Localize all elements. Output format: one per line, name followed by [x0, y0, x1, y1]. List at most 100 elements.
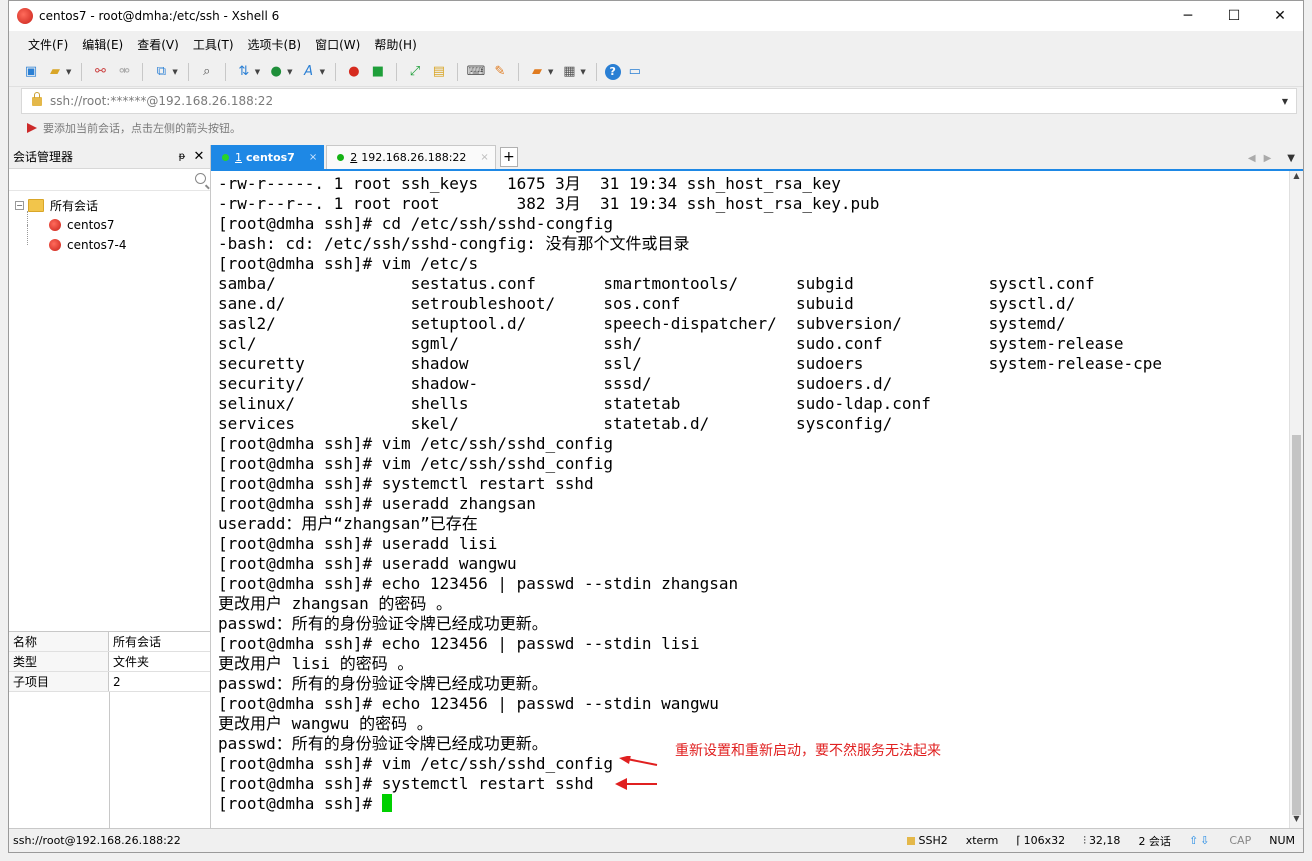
terminal-line: [root@dmha ssh]# echo 123456 | passwd --…: [218, 694, 719, 713]
xftp-icon[interactable]: ■: [368, 62, 388, 82]
chevron-down-icon[interactable]: ▼: [255, 68, 260, 76]
scrollbar-thumb[interactable]: [1292, 435, 1301, 815]
tree-item-centos7-4[interactable]: centos7-4: [9, 225, 210, 255]
menu-item[interactable]: 窗口(W): [308, 36, 367, 53]
link-icon[interactable]: ⚯: [90, 62, 110, 82]
tab-close-icon[interactable]: ×: [480, 152, 488, 163]
menu-item[interactable]: 编辑(E): [75, 36, 130, 53]
tab-192-168-26-188[interactable]: 2 192.168.26.188:22 ×: [326, 145, 496, 169]
terminal-line: [root@dmha ssh]# cd /etc/ssh/sshd-congfi…: [218, 214, 613, 233]
close-button[interactable]: ✕: [1257, 1, 1303, 31]
lock-icon: [907, 836, 916, 845]
chevron-down-icon[interactable]: ▼: [548, 68, 553, 76]
status-protocol-text: SSH2: [918, 834, 948, 847]
highlight-icon[interactable]: ✎: [490, 62, 510, 82]
chevron-down-icon[interactable]: ▼: [287, 68, 292, 76]
status-terminal-type: xterm: [965, 834, 999, 847]
add-session-arrow-icon[interactable]: [27, 123, 37, 133]
collapse-toggle-icon[interactable]: −: [15, 200, 24, 210]
tab-close-icon[interactable]: ×: [309, 152, 317, 163]
address-bar[interactable]: ssh://root:******@192.168.26.188:22 ▼: [21, 88, 1297, 114]
tab-prev-icon[interactable]: ◀: [1248, 153, 1256, 164]
transfer-icon[interactable]: ⇅: [234, 62, 254, 82]
title-bar: centos7 - root@dmha:/etc/ssh - Xshell 6 …: [9, 1, 1303, 31]
tree-item-centos7[interactable]: centos7: [9, 211, 210, 235]
scroll-up-icon[interactable]: ▲: [1290, 171, 1303, 185]
annotation-arrow-icon: [619, 756, 658, 766]
new-session-icon[interactable]: ▣: [21, 62, 41, 82]
scroll-down-icon[interactable]: ▼: [1290, 814, 1303, 828]
maximize-button[interactable]: ☐: [1211, 1, 1257, 31]
globe-icon[interactable]: ●: [266, 62, 286, 82]
menu-item[interactable]: 帮助(H): [367, 36, 423, 53]
tab-centos7[interactable]: 1 centos7 ×: [211, 145, 325, 169]
property-key: 子项目: [9, 672, 109, 691]
tree-connector: [27, 225, 28, 245]
toolbar: ▣ ▰ ▼ ⚯ ⚮ ⧉ ▼ ⌕ ⇅ ▼ ● ▼ A ▼ ● ■ ⤢ ▤ ⌨ ✎ ▰ ▼ ▦ ▼…: [9, 57, 1303, 87]
folder-icon: [28, 198, 44, 212]
terminal-prompt-line: [root@dmha ssh]#: [218, 794, 1289, 814]
annotation-arrow-icon: [615, 778, 657, 790]
fullscreen-icon[interactable]: ⤢: [405, 62, 425, 82]
chevron-down-icon[interactable]: ▼: [320, 68, 325, 76]
menu-item[interactable]: 文件(F): [21, 36, 75, 53]
chat-icon[interactable]: ▭: [625, 62, 645, 82]
menu-item[interactable]: 工具(T): [186, 36, 241, 53]
terminal-output[interactable]: -rw-r-----. 1 root ssh_keys 1675 3月 31 1…: [211, 171, 1289, 828]
terminal-scrollbar[interactable]: ▲ ▼: [1289, 171, 1303, 828]
terminal-line: [root@dmha ssh]# vim /etc/ssh/sshd_confi…: [218, 454, 613, 473]
close-icon[interactable]: ✕: [190, 149, 208, 164]
tab-list-chevron-icon[interactable]: ▼: [1287, 153, 1295, 164]
new-window-icon[interactable]: ⧉: [151, 62, 171, 82]
chevron-down-icon[interactable]: ▼: [66, 68, 71, 76]
up-down-arrows-icon[interactable]: ⇧⇩: [1189, 834, 1211, 847]
toolbar-separator: [595, 62, 597, 81]
terminal-line: securetty shadow ssl/ sudoers system-rel…: [218, 354, 1163, 373]
address-value[interactable]: ssh://root:******@192.168.26.188:22: [50, 94, 273, 108]
terminal-line: [root@dmha ssh]# vim /etc/s: [218, 254, 479, 273]
toolbar-separator: [142, 62, 144, 81]
terminal-line: [root@dmha ssh]# systemctl restart sshd: [218, 774, 594, 793]
minimize-button[interactable]: ─: [1165, 1, 1211, 31]
status-bar: ssh://root@192.168.26.188:22 SSH2 xterm …: [9, 828, 1303, 852]
property-row: 名称 所有会话: [9, 632, 210, 652]
tree-item-all-sessions[interactable]: − 所有会话: [9, 195, 210, 215]
chevron-down-icon[interactable]: ▼: [172, 68, 177, 76]
lock-icon[interactable]: ▤: [429, 62, 449, 82]
xshell-app-icon: [17, 8, 33, 24]
chevron-down-icon[interactable]: ▼: [1282, 97, 1288, 106]
tab-navigation: ◀ ▶ ▼: [1248, 153, 1303, 164]
properties-panel: 名称 所有会话 类型 文件夹 子项目 2: [9, 631, 210, 828]
add-tab-button[interactable]: +: [499, 147, 518, 167]
new-folder-icon[interactable]: ▰: [527, 62, 547, 82]
terminal-line: passwd：所有的身份验证令牌已经成功更新。: [218, 674, 548, 693]
unlink-icon[interactable]: ⚮: [114, 62, 134, 82]
layout-icon[interactable]: ▦: [559, 62, 579, 82]
font-icon[interactable]: A: [299, 62, 319, 82]
tab-number: 2: [350, 151, 358, 164]
tab-next-icon[interactable]: ▶: [1264, 153, 1272, 164]
open-folder-icon[interactable]: ▰: [45, 62, 65, 82]
connected-dot-icon: [222, 154, 229, 161]
search-icon[interactable]: [195, 173, 206, 184]
terminal-area: 1 centos7 × 2 192.168.26.188:22 × + ◀ ▶ …: [211, 145, 1303, 828]
status-right: SSH2 xterm ⌈ 106x32 ⫶ 32,18 2 会话 ⇧⇩ CAP NU…: [907, 833, 1303, 849]
position-icon: ⫶: [1083, 833, 1086, 847]
status-protocol: SSH2: [907, 834, 948, 847]
menu-item[interactable]: 选项卡(B): [241, 36, 309, 53]
session-search[interactable]: [9, 169, 210, 191]
status-connection: ssh://root@192.168.26.188:22: [13, 834, 181, 847]
keyboard-icon[interactable]: ⌨: [466, 62, 486, 82]
chevron-down-icon[interactable]: ▼: [580, 68, 585, 76]
pin-icon[interactable]: ᵽ: [174, 151, 190, 162]
terminal-line: [root@dmha ssh]# echo 123456 | passwd --…: [218, 634, 700, 653]
toolbar-separator: [334, 62, 336, 81]
window-title: centos7 - root@dmha:/etc/ssh - Xshell 6: [39, 9, 280, 23]
session-manager-header: 会话管理器 ᵽ ✕: [9, 145, 210, 169]
find-icon[interactable]: ⌕: [197, 62, 217, 82]
xshell-icon[interactable]: ●: [344, 62, 364, 82]
menu-item[interactable]: 查看(V): [130, 36, 186, 53]
help-icon[interactable]: ?: [604, 63, 621, 80]
property-key: 名称: [9, 632, 109, 651]
property-key: 类型: [9, 652, 109, 671]
